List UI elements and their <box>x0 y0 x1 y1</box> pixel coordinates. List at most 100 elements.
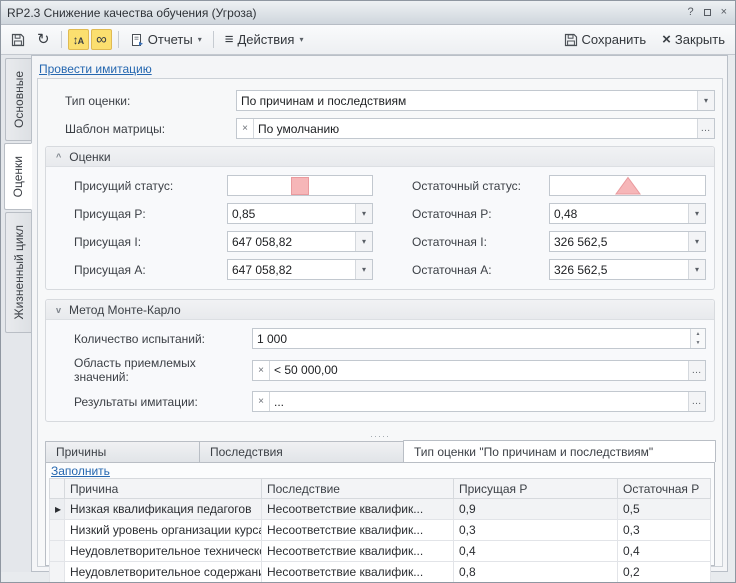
inherent-status-field[interactable] <box>227 175 373 196</box>
inherent-a-field[interactable]: 647 058,82 ▾ <box>227 259 373 280</box>
results-row: Результаты имитации: × ... … <box>74 391 706 412</box>
splitter-handle[interactable]: ····· <box>45 433 715 440</box>
residual-a-field[interactable]: 326 562,5 ▾ <box>549 259 706 280</box>
link-mode-button[interactable]: ∞ <box>91 29 112 50</box>
matrix-label: Шаблон матрицы: <box>65 122 236 136</box>
clear-icon[interactable]: × <box>253 361 270 380</box>
residual-p-label: Остаточная P: <box>373 207 549 221</box>
chevron-down-icon[interactable]: ▾ <box>355 260 372 279</box>
column-header-consequence[interactable]: Последствие <box>262 479 454 499</box>
type-select[interactable]: По причинам и последствиям ▾ <box>236 90 715 111</box>
trials-row: Количество испытаний: 1 000 ▲ ▼ <box>74 328 706 349</box>
tab-prichiny[interactable]: Причины <box>45 441 200 462</box>
current-row-icon: ▸ <box>50 499 65 520</box>
chevron-down-icon: ▾ <box>198 35 202 44</box>
chevron-down-icon[interactable]: ▾ <box>355 204 372 223</box>
save-label: Сохранить <box>582 32 647 47</box>
simulate-link-row: Провести имитацию <box>37 59 723 78</box>
status-square-icon <box>291 177 309 195</box>
side-tab-zhiznennyj-cikl[interactable]: Жизненный цикл <box>5 212 31 332</box>
table-row[interactable]: Неудовлетворительное содержание... Несоо… <box>50 562 711 583</box>
save-icon-button[interactable] <box>6 30 30 50</box>
ellipsis-button[interactable]: … <box>688 361 705 380</box>
chevron-down-icon: ▾ <box>299 35 303 44</box>
close-icon: × <box>662 32 671 47</box>
chevron-down-icon[interactable]: ▾ <box>697 91 714 110</box>
save-button[interactable]: Сохранить <box>559 29 652 50</box>
monte-carlo-group-content: Количество испытаний: 1 000 ▲ ▼ Область … <box>46 320 714 421</box>
title-bar: RP2.3 Снижение качества обучения (Угроза… <box>1 1 735 25</box>
toolbar-left: ↻ ↕A ∞ Отчеты ▾ ≡ Действия ▾ <box>6 29 559 50</box>
toolbar-separator <box>118 31 119 48</box>
column-header-cause[interactable]: Причина <box>65 479 262 499</box>
chevron-down-icon[interactable]: ▾ <box>355 232 372 251</box>
matrix-row: Шаблон матрицы: × По умолчанию … <box>65 118 715 139</box>
simulate-link[interactable]: Провести имитацию <box>39 62 152 76</box>
floppy-icon <box>564 33 578 47</box>
acceptable-label: Область приемлемых значений: <box>74 356 252 384</box>
ratings-group-title: Оценки <box>69 150 110 164</box>
spin-up-icon[interactable]: ▲ <box>691 329 705 339</box>
acceptable-row: Область приемлемых значений: × < 50 000,… <box>74 356 706 384</box>
spin-down-icon[interactable]: ▼ <box>691 339 705 349</box>
main-panel: Провести имитацию Тип оценки: По причина… <box>31 55 728 572</box>
maximize-button[interactable] <box>704 9 711 16</box>
refresh-button[interactable]: ↻ <box>32 29 55 50</box>
residual-p-field[interactable]: 0,48 ▾ <box>549 203 706 224</box>
side-tab-ocenki[interactable]: Оценки <box>4 143 32 210</box>
acceptable-field[interactable]: × < 50 000,00 … <box>252 360 706 381</box>
table-row[interactable]: Низкий уровень организации курса... Несо… <box>50 520 711 541</box>
inherent-i-field[interactable]: 647 058,82 ▾ <box>227 231 373 252</box>
status-triangle-icon <box>614 176 642 195</box>
column-header-inherent-p[interactable]: Присущая P <box>454 479 618 499</box>
side-tab-osnovnye[interactable]: Основные <box>5 58 31 141</box>
ellipsis-button[interactable]: … <box>688 392 705 411</box>
tab-posledstviya[interactable]: Последствия <box>199 441 404 462</box>
report-icon <box>130 33 144 47</box>
toolbar-right: Сохранить × Закрыть <box>559 29 730 50</box>
matrix-field[interactable]: × По умолчанию … <box>236 118 715 139</box>
infinity-icon: ∞ <box>96 32 107 47</box>
trials-field[interactable]: 1 000 ▲ ▼ <box>252 328 706 349</box>
trials-label: Количество испытаний: <box>74 332 252 346</box>
ratings-group: ^ Оценки Присущий статус: Остаточный ста… <box>45 146 715 290</box>
monte-carlo-group-header[interactable]: v Метод Монте-Карло <box>46 300 714 320</box>
actions-label: Действия <box>238 32 295 47</box>
inherent-p-field[interactable]: 0,85 ▾ <box>227 203 373 224</box>
close-window-button[interactable]: × <box>721 7 727 18</box>
close-button[interactable]: × Закрыть <box>657 29 730 50</box>
toolbar-separator <box>213 31 214 48</box>
clear-icon[interactable]: × <box>237 119 254 138</box>
app-window: RP2.3 Снижение качества обучения (Угроза… <box>0 0 736 583</box>
collapse-icon: v <box>56 305 61 315</box>
column-header-residual-p[interactable]: Остаточная P <box>618 479 711 499</box>
ratings-group-header[interactable]: ^ Оценки <box>46 147 714 167</box>
window-title: RP2.3 Снижение качества обучения (Угроза… <box>7 6 687 20</box>
spinner[interactable]: ▲ ▼ <box>690 329 705 348</box>
fill-link[interactable]: Заполнить <box>51 464 110 478</box>
tab-tip-ocenki[interactable]: Тип оценки "По причинам и последствиям" <box>403 440 716 462</box>
toolbar-separator <box>61 31 62 48</box>
clear-icon[interactable]: × <box>253 392 270 411</box>
reports-button[interactable]: Отчеты ▾ <box>125 29 207 50</box>
refresh-icon: ↻ <box>37 32 50 47</box>
chevron-down-icon[interactable]: ▾ <box>688 260 705 279</box>
sort-toggle-button[interactable]: ↕A <box>68 29 90 50</box>
residual-i-field[interactable]: 326 562,5 ▾ <box>549 231 706 252</box>
menu-icon: ≡ <box>225 32 234 47</box>
chevron-down-icon[interactable]: ▾ <box>688 232 705 251</box>
help-button[interactable]: ? <box>687 7 693 18</box>
residual-status-field[interactable] <box>549 175 706 196</box>
floppy-icon <box>11 33 25 47</box>
bottom-tab-content: Заполнить Причина Последствие Присущая P… <box>45 462 715 566</box>
table-row[interactable]: ▸ Низкая квалификация педагогов Несоотве… <box>50 499 711 520</box>
residual-i-label: Остаточная I: <box>373 235 549 249</box>
actions-button[interactable]: ≡ Действия ▾ <box>220 29 309 50</box>
sort-updown-icon: ↕A <box>73 32 85 47</box>
results-field[interactable]: × ... … <box>252 391 706 412</box>
table-row[interactable]: Неудовлетворительное техническо... Несоо… <box>50 541 711 562</box>
chevron-down-icon[interactable]: ▾ <box>688 204 705 223</box>
inherent-i-label: Присущая I: <box>74 235 227 249</box>
fill-link-row: Заполнить <box>49 464 711 478</box>
ellipsis-button[interactable]: … <box>697 119 714 138</box>
